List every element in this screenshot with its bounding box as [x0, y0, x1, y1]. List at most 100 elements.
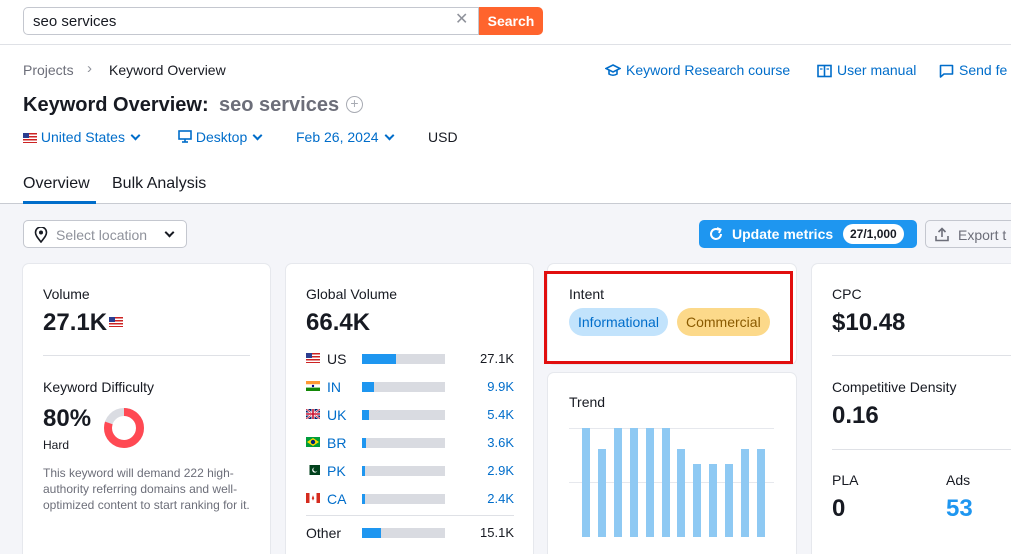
share-bar — [362, 354, 445, 364]
tab-bulk-analysis[interactable]: Bulk Analysis — [112, 175, 206, 193]
country-row-uk[interactable]: UK 5.4K — [306, 407, 514, 423]
update-count-badge: 27/1,000 — [843, 224, 904, 244]
country-volume[interactable]: 2.9K — [487, 463, 514, 478]
volume-value: 27.1K — [43, 309, 108, 336]
divider — [832, 449, 1011, 450]
trend-bar — [677, 448, 686, 537]
share-bar-fill — [362, 354, 397, 364]
keyword-research-course-link[interactable]: Keyword Research course — [604, 62, 791, 78]
search-button[interactable]: Search — [479, 7, 543, 35]
country-volume[interactable]: 2.4K — [487, 491, 514, 506]
country-filter[interactable]: United States — [23, 129, 141, 145]
country-row-pk[interactable]: PK 2.9K — [306, 463, 514, 479]
send-feedback-link[interactable]: Send fe — [939, 62, 1007, 78]
trend-bar — [629, 428, 638, 537]
country-code[interactable]: PK — [327, 463, 346, 479]
add-icon[interactable]: + — [346, 96, 363, 113]
country-code[interactable]: BR — [327, 435, 346, 451]
global-volume-value: 66.4K — [306, 309, 371, 336]
book-icon — [817, 64, 832, 78]
user-manual-link[interactable]: User manual — [817, 62, 916, 78]
share-bar-fill — [362, 382, 375, 392]
breadcrumb-projects[interactable]: Projects — [23, 62, 74, 78]
user-manual-label: User manual — [837, 62, 917, 78]
country-code: US — [327, 351, 347, 367]
refresh-icon — [710, 227, 722, 240]
country-code[interactable]: IN — [327, 379, 341, 395]
location-pin-icon — [34, 227, 48, 243]
brazil-flag-icon — [306, 437, 320, 447]
device-filter[interactable]: Desktop — [178, 129, 263, 145]
difficulty-level: Hard — [43, 438, 70, 452]
update-metrics-label: Update metrics — [732, 226, 834, 242]
difficulty-description: This keyword will demand 222 high-author… — [43, 466, 250, 512]
country-row-br[interactable]: BR 3.6K — [306, 435, 514, 451]
chevron-down-icon — [130, 130, 141, 141]
country-code[interactable]: UK — [327, 407, 346, 423]
share-bar-fill — [362, 466, 366, 476]
share-bar — [362, 494, 445, 504]
date-filter[interactable]: Feb 26, 2024 — [296, 129, 394, 145]
share-bar-fill — [362, 494, 366, 504]
trend-label: Trend — [569, 394, 606, 410]
volume-label: Volume — [43, 286, 90, 302]
trend-bar — [741, 448, 749, 537]
country-row-ca[interactable]: CA 2.4K — [306, 491, 514, 507]
india-flag-icon — [306, 381, 320, 391]
country-code[interactable]: CA — [327, 491, 346, 507]
us-flag-icon — [23, 133, 37, 143]
trend-bar — [661, 428, 670, 537]
ads-value[interactable]: 53 — [946, 495, 973, 523]
country-row-other: Other 15.1K — [306, 525, 514, 541]
country-volume[interactable]: 3.6K — [487, 435, 514, 450]
breadcrumb-current: Keyword Overview — [109, 62, 226, 78]
competitive-density-label: Competitive Density — [832, 379, 957, 395]
trend-bar — [645, 428, 654, 537]
desktop-icon — [178, 130, 192, 143]
export-label: Export t — [958, 227, 1007, 243]
uk-flag-icon — [306, 409, 320, 419]
other-volume: 15.1K — [480, 525, 514, 540]
location-select[interactable]: Select location — [23, 220, 187, 248]
search-input[interactable]: seo services — [23, 7, 479, 35]
pla-value: 0 — [832, 495, 846, 522]
country-row-us: US 27.1K — [306, 351, 514, 367]
country-volume[interactable]: 9.9K — [487, 379, 514, 394]
send-feedback-label: Send fe — [959, 62, 1008, 78]
cpc-label: CPC — [832, 286, 862, 302]
pla-label: PLA — [832, 472, 859, 488]
device-label: Desktop — [195, 129, 248, 145]
share-bar — [362, 382, 445, 392]
close-icon[interactable]: ✕ — [455, 11, 468, 29]
highlight-box — [544, 271, 793, 364]
canada-flag-icon — [306, 493, 320, 503]
divider — [832, 355, 1011, 356]
trend-bar — [582, 428, 590, 537]
keyword-research-course-label: Keyword Research course — [626, 62, 791, 78]
export-button[interactable]: Export t — [925, 220, 1011, 248]
chevron-down-icon — [384, 130, 394, 141]
trend-bar — [756, 448, 765, 537]
country-volume[interactable]: 5.4K — [487, 407, 514, 422]
trend-bar — [709, 463, 718, 537]
divider — [306, 515, 514, 516]
pakistan-flag-icon — [306, 465, 320, 475]
global-volume-label: Global Volume — [306, 286, 398, 302]
chevron-down-icon — [252, 130, 263, 141]
trend-bar — [725, 463, 734, 537]
share-bar — [362, 466, 445, 476]
trend-bar — [597, 448, 606, 537]
top-search-bar: seo services ✕ Search — [0, 0, 1011, 45]
graduation-cap-icon — [604, 64, 622, 77]
difficulty-gauge — [104, 408, 144, 448]
country-row-in[interactable]: IN 9.9K — [306, 379, 514, 395]
country-label: United States — [40, 129, 125, 145]
page-title: Keyword Overview: — [23, 94, 209, 116]
update-metrics-button[interactable]: Update metrics 27/1,000 — [699, 220, 917, 248]
share-bar — [362, 438, 445, 448]
share-bar — [362, 410, 445, 420]
tab-overview[interactable]: Overview — [23, 175, 90, 193]
upload-icon — [935, 227, 949, 242]
us-flag-icon — [306, 353, 320, 363]
volume-card: Volume 27.1K Keyword Difficulty 80% Hard… — [23, 264, 270, 554]
